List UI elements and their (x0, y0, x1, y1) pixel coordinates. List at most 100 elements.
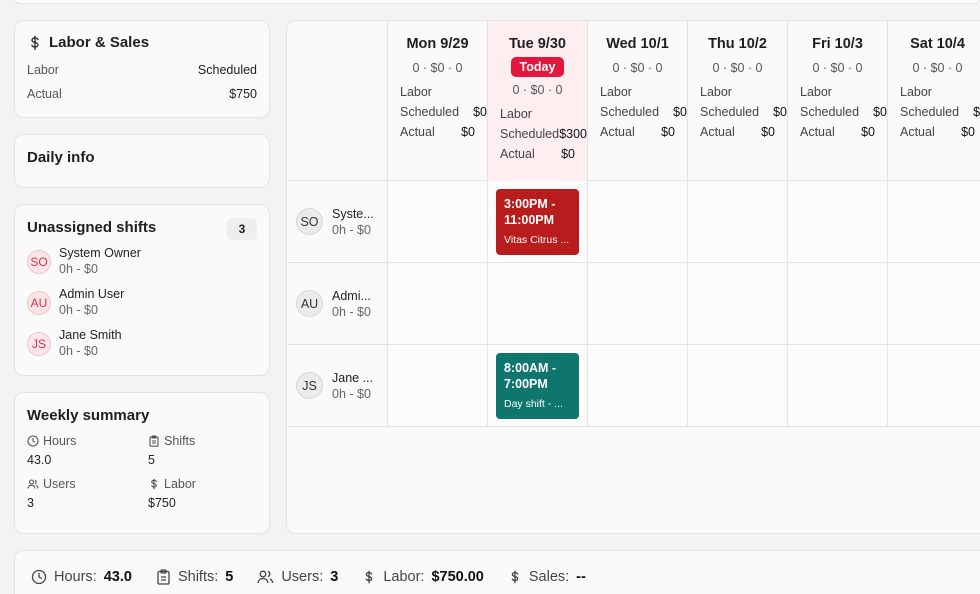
table-row: SO Syste... 0h - $0 3:00PM - 11:00PM Vit… (287, 181, 980, 263)
day-actual-value: $0 (461, 125, 475, 139)
footer-summary-bar: Hours: 43.0 Shifts: 5 Users: 3 Labor: $7… (14, 550, 980, 594)
day-labor-summary: Labor Scheduled$0 Actual$0 (688, 82, 787, 142)
day-name: Mon 9/29 (406, 36, 469, 52)
schedule-grid: Mon 9/29 0 · $0 · 0 Labor Scheduled $0 Act… (286, 20, 980, 534)
day-labor-label: Labor (900, 85, 932, 99)
unassigned-item[interactable]: AU Admin User 0h - $0 (27, 287, 257, 318)
shift-time: 3:00PM - 11:00PM (504, 197, 556, 227)
shift-block[interactable]: 8:00AM - 7:00PM Day shift - ... (496, 353, 579, 419)
dollar-icon (27, 35, 43, 51)
actual-value: $750 (229, 87, 257, 101)
today-badge: Today (510, 57, 565, 77)
unassigned-shifts-title: Unassigned shifts (27, 219, 157, 236)
schedule-cell[interactable] (687, 263, 787, 344)
labor-label: Labor (27, 63, 59, 77)
day-scheduled-value: $0 (473, 105, 487, 119)
top-panel-edge (14, 0, 980, 4)
schedule-cell[interactable] (487, 263, 587, 344)
footer-users-value: 3 (330, 569, 339, 585)
shift-time: 8:00AM - 7:00PM (504, 361, 557, 391)
day-name: Tue 9/30 (509, 36, 566, 52)
day-stats: 0 · $0 · 0 (512, 83, 563, 97)
schedule-cell[interactable] (387, 181, 487, 262)
schedule-cell[interactable] (387, 263, 487, 344)
row-user[interactable]: JS Jane ... 0h - $0 (287, 345, 387, 426)
table-row: AU Admi... 0h - $0 (287, 263, 980, 345)
day-name: Fri 10/3 (812, 36, 863, 52)
table-row: JS Jane ... 0h - $0 8:00AM - 7:00PM Day … (287, 345, 980, 427)
dollar-icon (362, 569, 376, 585)
schedule-cell[interactable] (587, 263, 687, 344)
weekly-labor-value: $750 (148, 496, 176, 510)
day-scheduled-label: Scheduled (900, 105, 960, 119)
unassigned-item-name: Admin User (59, 287, 125, 301)
clipboard-icon (156, 569, 171, 585)
schedule-cell[interactable] (787, 181, 887, 262)
schedule-cell[interactable] (787, 345, 887, 426)
day-actual-label: Actual (700, 125, 735, 139)
day-name: Wed 10/1 (606, 36, 669, 52)
unassigned-item-hours: 0h - $0 (59, 262, 98, 276)
row-user-hours: 0h - $0 (332, 222, 371, 237)
footer-sales-value: -- (576, 569, 586, 585)
schedule-cell[interactable] (887, 181, 980, 262)
avatar: SO (296, 208, 323, 235)
day-actual-label: Actual (400, 125, 435, 139)
schedule-cell[interactable] (587, 181, 687, 262)
labor-sales-title-text: Labor & Sales (49, 34, 150, 51)
day-labor-summary: Labor Scheduled$0 Actual$0 (388, 82, 487, 142)
day-header[interactable]: Wed 10/1 0 · $0 · 0 Labor Scheduled $0 Act… (587, 21, 687, 181)
day-actual-value: $0 (661, 125, 675, 139)
day-header[interactable]: Sat 10/4 0 · $0 · 0 Labor Scheduled$0 Act… (887, 21, 980, 181)
day-header[interactable]: Mon 9/29 0 · $0 · 0 Labor Scheduled $0 Act… (387, 21, 487, 181)
weekly-summary-card: Weekly summary Hours 43.0 Shifts 5 Users… (14, 392, 270, 534)
unassigned-item[interactable]: SO System Owner 0h - $0 (27, 246, 257, 277)
users-icon (27, 478, 39, 490)
day-name: Thu 10/2 (708, 36, 767, 52)
day-name: Sat 10/4 (910, 36, 965, 52)
weekly-hours-value: 43.0 (27, 453, 52, 467)
schedule-cell[interactable] (687, 345, 787, 426)
schedule-cell[interactable] (887, 345, 980, 426)
schedule-cell[interactable]: 8:00AM - 7:00PM Day shift - ... (487, 345, 587, 426)
day-scheduled-value: $0 (673, 105, 687, 119)
footer-sales-label: Sales: (528, 569, 570, 585)
day-stats: 0 · $0 · 0 (912, 61, 963, 75)
schedule-cell[interactable] (687, 181, 787, 262)
day-header[interactable]: Fri 10/3 0 · $0 · 0 Labor Scheduled $0 Act… (787, 21, 887, 181)
day-actual-value: $0 (561, 147, 575, 161)
daily-info-title: Daily info (27, 149, 95, 166)
row-user[interactable]: SO Syste... 0h - $0 (287, 181, 387, 262)
daily-info-card[interactable]: Daily info (14, 134, 270, 188)
avatar: JS (27, 332, 51, 356)
day-actual-label: Actual (500, 147, 535, 161)
footer-labor-value: $750.00 (431, 569, 484, 585)
day-header[interactable]: Tue 9/30 Today 0 · $0 · 0 Labor Scheduled $… (487, 21, 587, 181)
shift-block[interactable]: 3:00PM - 11:00PM Vitas Citrus ... (496, 189, 579, 255)
day-actual-value: $0 (761, 125, 775, 139)
unassigned-count-badge: 3 (227, 218, 257, 240)
unassigned-item[interactable]: JS Jane Smith 0h - $0 (27, 328, 257, 359)
day-header[interactable]: Thu 10/2 0 · $0 · 0 Labor Scheduled $0 Act… (687, 21, 787, 181)
schedule-cell[interactable] (787, 263, 887, 344)
labor-sales-card: Labor & Sales Labor Scheduled Actual $75… (14, 20, 270, 118)
row-user-name: Jane ... (332, 370, 373, 385)
row-user[interactable]: AU Admi... 0h - $0 (287, 263, 387, 344)
day-scheduled-label: Scheduled (400, 105, 460, 119)
schedule-cell[interactable] (387, 345, 487, 426)
day-actual-label: Actual (900, 125, 935, 139)
schedule-cell[interactable]: 3:00PM - 11:00PM Vitas Citrus ... (487, 181, 587, 262)
day-labor-label: Labor (500, 107, 532, 121)
labor-value: Scheduled (197, 63, 257, 77)
day-actual-label: Actual (800, 125, 835, 139)
day-scheduled-label: Scheduled (800, 105, 860, 119)
schedule-cell[interactable] (887, 263, 980, 344)
weekly-shifts-label: Shifts (164, 434, 196, 448)
day-stats: 0 · $0 · 0 (612, 61, 663, 75)
day-scheduled-value: $0 (873, 105, 887, 119)
schedule-cell[interactable] (587, 345, 687, 426)
footer-users-label: Users: (281, 569, 324, 585)
day-actual-value: $0 (961, 125, 975, 139)
weekly-shifts-value: 5 (148, 453, 155, 467)
avatar: AU (296, 290, 323, 317)
